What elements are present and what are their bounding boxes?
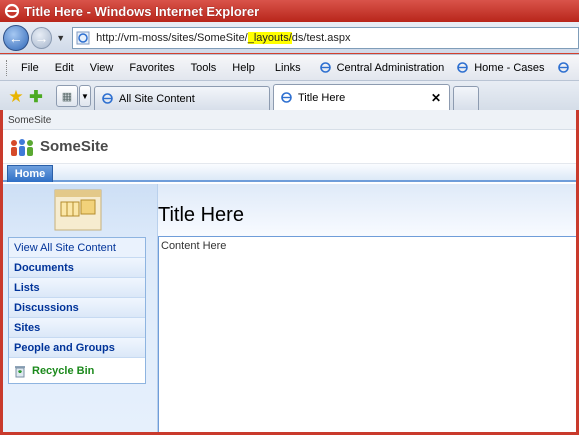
page-content: SomeSite SomeSite Home Title Here View A… [3, 110, 579, 432]
breadcrumb-site-link[interactable]: SomeSite [8, 115, 51, 126]
quicklaunch-lists[interactable]: Lists [9, 278, 145, 298]
address-input[interactable]: http://vm-moss/sites/SomeSite/_layouts/d… [72, 26, 579, 49]
site-header: SomeSite [3, 130, 579, 164]
page-title: Title Here [158, 204, 244, 226]
chevron-down-icon: ▼ [81, 91, 89, 101]
main-content: Content Here [158, 236, 579, 432]
ie-page-icon [281, 92, 292, 103]
tab-bar: ★ ✚ ▦ ▼ All Site Content Title Here ✕ [0, 80, 579, 110]
url-prefix: http://vm-moss/sites/SomeSite/ [96, 31, 248, 44]
page-image-icon [54, 189, 102, 231]
tab-label: Title Here [298, 91, 346, 104]
history-dropdown-icon[interactable]: ▼ [56, 33, 66, 43]
toolbar-grip [6, 59, 7, 76]
url-suffix: ds/test.aspx [291, 31, 351, 44]
link-label: Home - Cases [474, 61, 545, 74]
title-bar: Title Here - Windows Internet Explorer [0, 0, 579, 22]
quick-tabs-button[interactable]: ▦ [56, 85, 78, 107]
site-body: Title Here View All Site Content Documen… [3, 184, 579, 432]
quick-tabs-icon: ▦ [61, 90, 73, 103]
window-title: Title Here - Windows Internet Explorer [24, 3, 260, 19]
tab-all-site-content[interactable]: All Site Content [94, 86, 270, 110]
quick-launch: View All Site Content Documents Lists Di… [8, 237, 146, 384]
menu-help[interactable]: Help [224, 62, 263, 74]
nav-home-tab[interactable]: Home [7, 165, 53, 182]
ie-page-icon [102, 93, 113, 104]
tab-label: All Site Content [119, 92, 195, 105]
quicklaunch-documents[interactable]: Documents [9, 258, 145, 278]
view-all-site-content-link[interactable]: View All Site Content [9, 238, 145, 258]
links-label[interactable]: Links [271, 62, 305, 74]
back-arrow-icon: ← [8, 29, 23, 46]
ie-page-icon [557, 62, 569, 73]
tab-list-dropdown[interactable]: ▼ [79, 85, 91, 107]
link-central-administration[interactable]: Central Administration [313, 61, 451, 74]
site-name[interactable]: SomeSite [40, 138, 108, 155]
add-favorite-icon[interactable]: ✚ [26, 84, 46, 110]
ie-page-icon [319, 62, 331, 73]
menu-tools[interactable]: Tools [183, 62, 225, 74]
close-tab-icon[interactable]: ✕ [431, 91, 441, 105]
menu-view[interactable]: View [82, 62, 122, 74]
menu-file[interactable]: File [13, 62, 47, 74]
menu-bar: File Edit View Favorites Tools Help Link… [0, 54, 579, 80]
content-text: Content Here [161, 240, 227, 252]
link-label: Central Administration [336, 61, 445, 74]
menu-edit[interactable]: Edit [47, 62, 82, 74]
menu-favorites[interactable]: Favorites [121, 62, 182, 74]
back-button[interactable]: ← [3, 24, 29, 51]
quicklaunch-discussions[interactable]: Discussions [9, 298, 145, 318]
recycle-bin-label: Recycle Bin [32, 364, 95, 377]
favorites-star-icon[interactable]: ★ [6, 84, 26, 110]
recycle-bin-link[interactable]: Recycle Bin [9, 358, 145, 383]
link-home-cases[interactable]: Home - Cases [450, 61, 550, 74]
address-bar-row: ← → ▼ http://vm-moss/sites/SomeSite/_lay… [0, 22, 579, 53]
people-logo-icon [11, 138, 33, 156]
ie-window: Title Here - Windows Internet Explorer ←… [0, 0, 579, 435]
ie-page-icon [76, 31, 90, 44]
forward-arrow-icon: → [34, 29, 49, 46]
new-tab-button[interactable] [453, 86, 479, 110]
ie-logo-icon [4, 3, 20, 19]
forward-button[interactable]: → [30, 26, 53, 49]
top-navigation: Home [3, 164, 579, 182]
link-overflow[interactable] [551, 61, 579, 74]
tab-title-here[interactable]: Title Here ✕ [273, 84, 450, 110]
quicklaunch-sites[interactable]: Sites [9, 318, 145, 338]
url-highlight: _layouts/ [247, 31, 292, 44]
ie-page-icon [457, 62, 469, 73]
quicklaunch-people-and-groups[interactable]: People and Groups [9, 338, 145, 358]
breadcrumb: SomeSite [3, 110, 579, 130]
recycle-bin-icon [15, 365, 25, 377]
window-border [0, 110, 3, 435]
